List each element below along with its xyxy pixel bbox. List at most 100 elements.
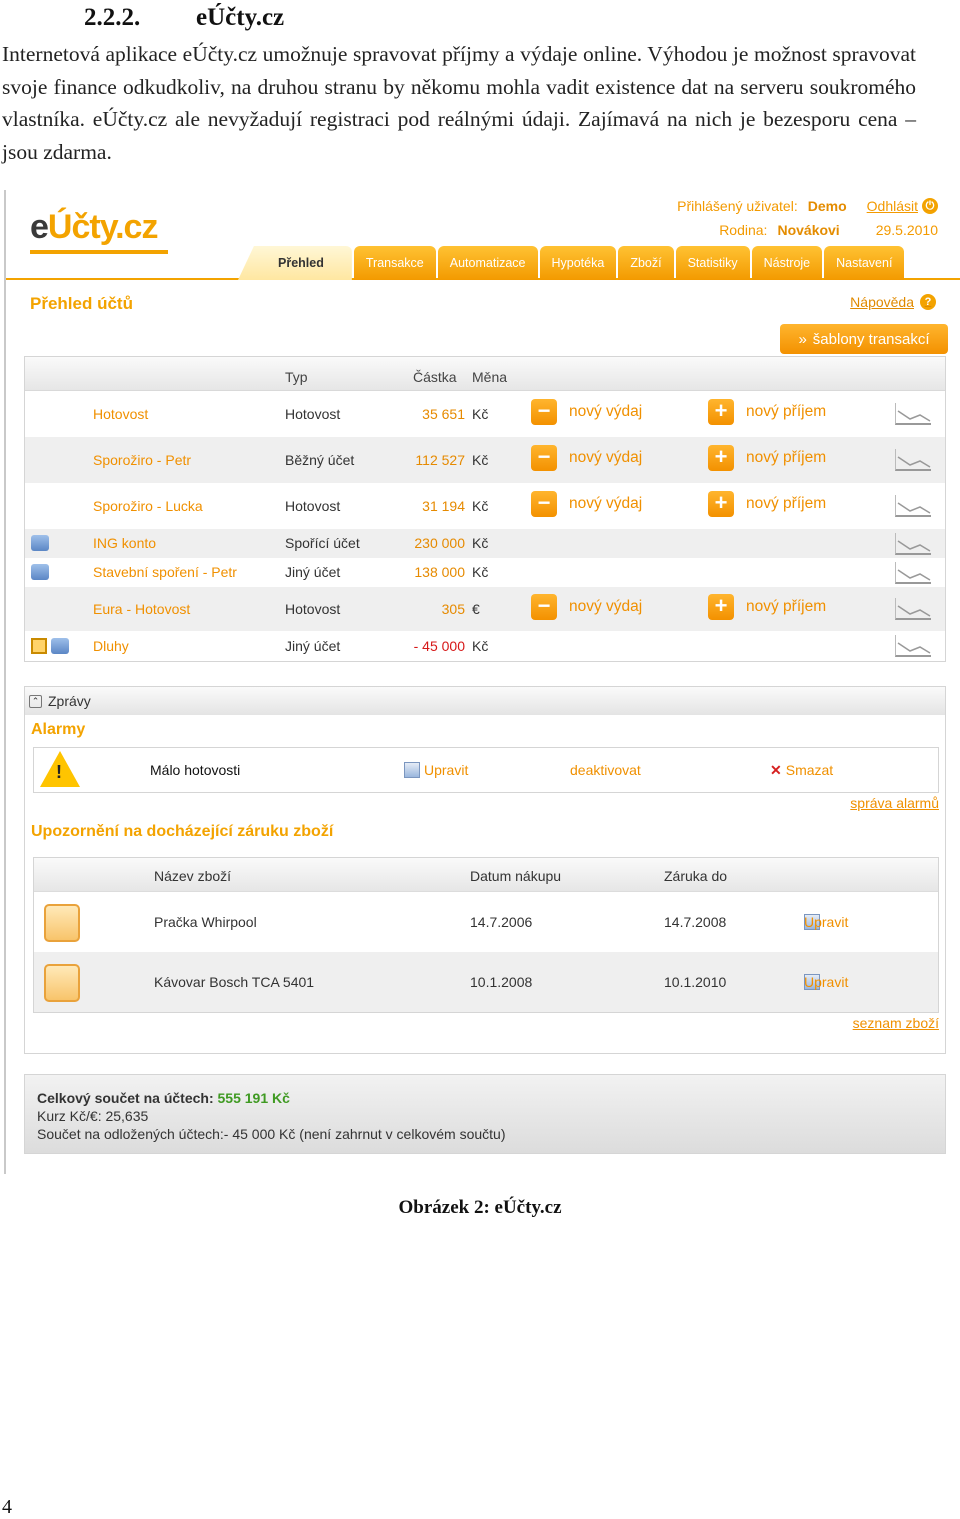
account-currency: Kč [472, 406, 489, 422]
family-name: Novákovi [777, 222, 840, 238]
page-title: Přehled účtů [30, 294, 133, 313]
logout-link[interactable]: Odhlásit ⏻ [867, 198, 938, 214]
account-amount: 230 000 [414, 535, 465, 551]
templates-label: šablony transakcí [812, 330, 930, 348]
logo-underline [30, 250, 168, 254]
account-type: Hotovost [285, 406, 341, 422]
account-name[interactable]: ING konto [93, 535, 156, 551]
warranty-warning-icon [44, 964, 80, 1002]
new-expense-button[interactable]: − nový výdaj [531, 594, 642, 620]
collapse-icon[interactable]: ⌃ [29, 694, 42, 708]
new-expense-button[interactable]: − nový výdaj [531, 399, 642, 425]
app-logo[interactable]: eÚčty.cz [30, 208, 159, 247]
alarm-text: Málo hotovosti [150, 762, 241, 778]
account-amount: 112 527 [415, 452, 465, 468]
account-type: Hotovost [285, 601, 341, 617]
tab-prehled[interactable]: Přehled [238, 246, 352, 280]
account-currency: Kč [472, 564, 489, 580]
new-expense-button[interactable]: − nový výdaj [531, 491, 642, 517]
account-row[interactable]: ING konto Spořící účet 230 000 Kč [25, 529, 945, 558]
manage-alarms-link[interactable]: správa alarmů [850, 795, 939, 811]
account-row[interactable]: Eura - Hotovost Hotovost 305 € − nový výd… [25, 587, 945, 631]
tab-zbozi[interactable]: Zboží [618, 246, 674, 280]
account-name[interactable]: Sporožiro - Petr [93, 452, 191, 468]
tab-hypoteka[interactable]: Hypotéka [539, 246, 617, 280]
chart-icon[interactable] [895, 449, 931, 471]
tab-automatizace[interactable]: Automatizace [437, 246, 538, 280]
new-expense-button[interactable]: − nový výdaj [531, 445, 642, 471]
new-income-button[interactable]: + nový příjem [708, 445, 826, 471]
alarm-delete-link[interactable]: ✕ Smazat [770, 762, 833, 779]
plus-icon: + [708, 594, 734, 620]
figure-caption: Obrázek 2: eÚčty.cz [398, 1197, 562, 1218]
warranty-until: 14.7.2008 [664, 914, 727, 930]
new-income-label: nový příjem [746, 495, 827, 512]
user-label: Přihlášený uživatel: [677, 198, 798, 214]
lock-icon [31, 564, 49, 580]
plus-icon: + [708, 399, 734, 425]
warranty-row[interactable]: Kávovar Bosch TCA 5401 10.1.2008 10.1.20… [34, 952, 938, 1012]
plus-icon: + [708, 445, 734, 471]
warranty-row[interactable]: Pračka Whirpool 14.7.2006 14.7.2008 Upra… [34, 892, 938, 952]
body-paragraph: Internetová aplikace eÚčty.cz umožnuje s… [2, 42, 916, 165]
new-expense-label: nový výdaj [569, 403, 643, 420]
goods-list-link[interactable]: seznam zboží [853, 1015, 939, 1031]
account-type: Hotovost [285, 498, 341, 514]
chart-icon[interactable] [895, 562, 931, 584]
messages-header[interactable]: ⌃ Zprávy [25, 687, 945, 715]
new-income-button[interactable]: + nový příjem [708, 399, 826, 425]
col-goods-name: Název zboží [154, 868, 232, 884]
templates-button[interactable]: » šablony transakcí [780, 324, 948, 354]
logo-rest: Účty.cz [47, 208, 159, 246]
new-income-button[interactable]: + nový příjem [708, 594, 826, 620]
account-name[interactable]: Dluhy [93, 638, 129, 654]
col-currency: Měna [472, 369, 508, 385]
account-type: Jiný účet [285, 564, 341, 580]
account-name[interactable]: Sporožiro - Lucka [93, 498, 203, 514]
new-income-label: nový příjem [746, 403, 827, 420]
chart-icon[interactable] [895, 598, 931, 620]
tab-nastroje[interactable]: Nástroje [751, 246, 823, 280]
tab-statistiky[interactable]: Statistiky [675, 246, 750, 280]
account-row[interactable]: Stavební spoření - Petr Jiný účet 138 00… [25, 558, 945, 587]
col-amount: Částka [413, 369, 457, 385]
chart-icon[interactable] [895, 533, 931, 555]
minus-icon: − [531, 491, 557, 517]
account-row[interactable]: Dluhy Jiný účet - 45 000 Kč [25, 631, 945, 661]
account-name[interactable]: Stavební spoření - Petr [93, 564, 237, 580]
chevron-down-icon: » [798, 330, 807, 348]
logout-icon: ⏻ [922, 198, 938, 214]
tab-transakce[interactable]: Transakce [353, 246, 436, 280]
chart-icon[interactable] [895, 495, 931, 517]
goods-edit-label: Upravit [804, 974, 849, 990]
account-row[interactable]: Sporožiro - Petr Běžný účet 112 527 Kč −… [25, 437, 945, 483]
chart-icon[interactable] [895, 635, 931, 657]
purchase-date: 14.7.2006 [470, 914, 533, 930]
edit-icon [404, 762, 420, 778]
doc-heading: 2.2.2. eÚčty.cz [84, 4, 284, 32]
messages-title: Zprávy [48, 693, 91, 709]
goods-edit-label: Upravit [804, 914, 849, 930]
account-currency: Kč [472, 535, 489, 551]
close-icon: ✕ [770, 762, 782, 778]
account-amount: 138 000 [414, 564, 465, 580]
new-income-label: nový příjem [746, 449, 827, 466]
chart-icon[interactable] [895, 403, 931, 425]
alarm-deactivate-link[interactable]: deaktivovat [570, 762, 641, 778]
heading-number: 2.2.2. [84, 4, 141, 31]
account-currency: € [472, 601, 480, 617]
account-name[interactable]: Eura - Hotovost [93, 601, 190, 617]
account-row[interactable]: Sporožiro - Lucka Hotovost 31 194 Kč − no… [25, 483, 945, 529]
warranty-table: Název zboží Datum nákupu Záruka do Pračk… [33, 857, 939, 1013]
help-link[interactable]: Nápověda? [850, 294, 936, 310]
account-name[interactable]: Hotovost [93, 406, 148, 422]
goods-name: Pračka Whirpool [154, 914, 257, 930]
user-info: Přihlášený uživatel: Demo Odhlásit ⏻ Rodi… [677, 194, 938, 242]
account-row[interactable]: Hotovost Hotovost 35 651 Kč − nový výdaj … [25, 391, 945, 437]
warranty-until: 10.1.2010 [664, 974, 727, 990]
alarm-edit-link[interactable]: Upravit [404, 762, 468, 778]
warranty-header: Název zboží Datum nákupu Záruka do [34, 858, 938, 892]
new-income-button[interactable]: + nový příjem [708, 491, 826, 517]
tab-nastaveni[interactable]: Nastavení [824, 246, 905, 280]
help-icon: ? [920, 294, 936, 310]
